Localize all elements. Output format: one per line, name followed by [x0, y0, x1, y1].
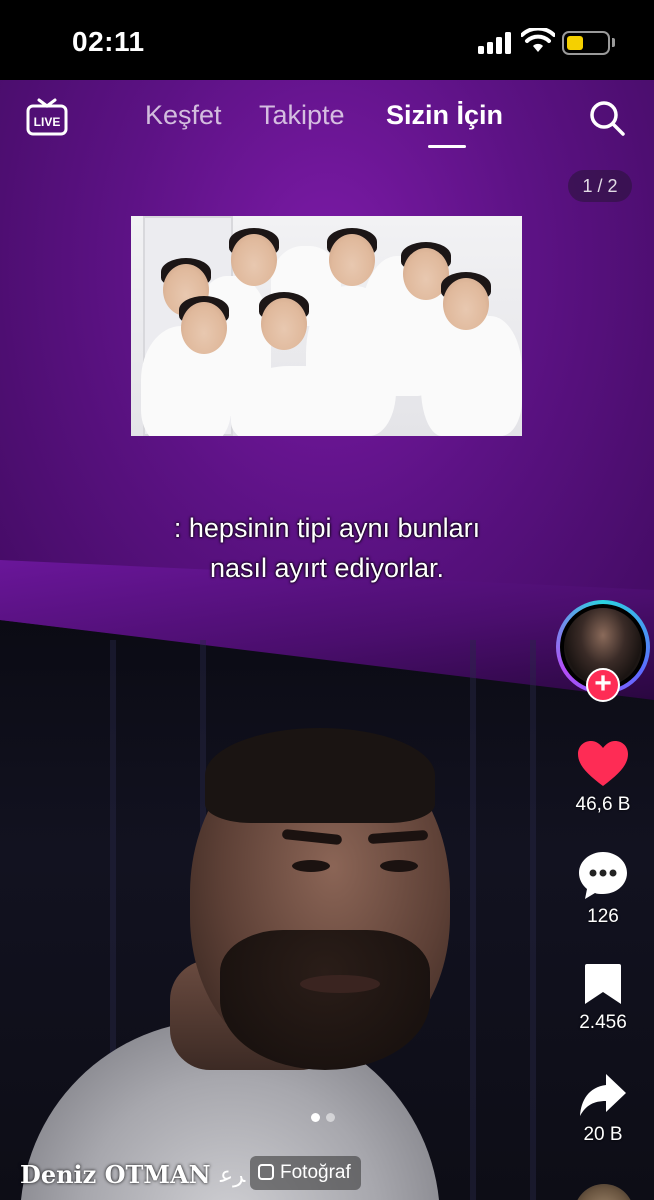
comment-count: 126: [587, 906, 619, 927]
post-caption: : hepsinin tipi aynı bunları nasıl ayırt…: [0, 508, 654, 588]
plus-icon: +: [594, 667, 612, 700]
caption-line: nasıl ayırt ediyorlar.: [209, 553, 445, 583]
author-glyph: ﺮﻋ: [220, 1162, 246, 1187]
live-icon[interactable]: LIVE: [26, 98, 68, 136]
share-icon: [580, 1074, 626, 1116]
like-button[interactable]: 46,6 B: [566, 740, 640, 816]
share-button[interactable]: 20 B: [566, 1072, 640, 1146]
carousel-dot: [311, 1113, 320, 1122]
battery-icon: [562, 31, 610, 55]
photo-icon: [258, 1164, 274, 1180]
tab-explore[interactable]: Keşfet: [145, 100, 222, 131]
share-count: 20 B: [583, 1124, 623, 1145]
signal-icon: [478, 32, 512, 54]
author-name[interactable]: Deniz OTMAN: [20, 1160, 211, 1189]
caption-line: : hepsinin tipi aynı bunları: [173, 513, 481, 543]
tab-following[interactable]: Takipte: [259, 100, 345, 131]
post-type-badge: Fotoğraf: [250, 1156, 361, 1190]
tab-active-indicator: [428, 145, 466, 148]
status-time: 02:11: [72, 26, 145, 57]
carousel-dot: [326, 1113, 335, 1122]
follow-button[interactable]: +: [586, 668, 620, 702]
wifi-icon: [521, 28, 555, 52]
status-bar: 02:11: [0, 0, 654, 80]
post-image: [131, 216, 522, 436]
like-count: 46,6 B: [575, 794, 631, 815]
heart-icon: [578, 741, 628, 786]
tab-for-you[interactable]: Sizin İçin: [386, 100, 503, 131]
comment-icon: [579, 852, 627, 899]
save-button[interactable]: 2.456: [566, 962, 640, 1034]
live-label: LIVE: [34, 115, 61, 129]
save-count: 2.456: [579, 1012, 627, 1033]
comment-button[interactable]: 126: [566, 850, 640, 928]
search-icon[interactable]: [588, 99, 626, 137]
carousel-dots: [311, 1109, 341, 1127]
post-type-label: Fotoğraf: [280, 1162, 351, 1183]
bookmark-icon: [585, 964, 621, 1004]
page-indicator: 1 / 2: [568, 170, 632, 202]
